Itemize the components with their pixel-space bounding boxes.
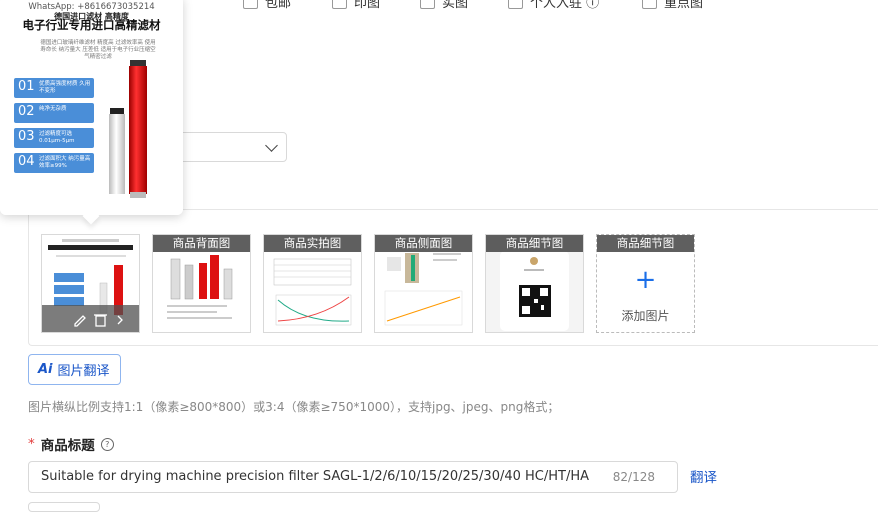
help-icon[interactable]: ? xyxy=(100,437,114,451)
feature-badge: 03 过滤精度可选 0.01μm-5μm xyxy=(14,128,94,148)
product-title-input[interactable]: Suitable for drying machine precision fi… xyxy=(28,461,678,493)
checkbox-label: 重点图 xyxy=(664,0,704,11)
edit-icon xyxy=(74,315,86,327)
image-requirements-hint: 图片横纵比例支持1:1（像素≥800*800）或3:4（像素≥750*1000）… xyxy=(28,400,560,414)
checkbox-item[interactable]: 印图 xyxy=(332,0,380,11)
thumbnail-action-icons xyxy=(74,314,123,327)
checkbox-item[interactable]: 实图 xyxy=(420,0,468,11)
next-field-fragment xyxy=(28,502,100,512)
checkbox[interactable] xyxy=(642,0,657,9)
feature-text: 过滤精度可选 0.01μm-5μm xyxy=(39,131,75,144)
main-image-thumbnail[interactable] xyxy=(41,234,140,333)
thumbnail-label: 商品实拍图 xyxy=(264,235,361,252)
feature-badge: 02 纯净无杂质 xyxy=(14,103,94,123)
checkbox-label: 个人入驻 ⓘ xyxy=(530,0,600,11)
feature-text: 过滤面积大 纳污量高 效率≥99% xyxy=(39,156,91,169)
feature-text: 纯净无杂质 xyxy=(39,106,67,112)
add-image-text: 添加图片 xyxy=(621,309,670,323)
poster-heading: 电子行业专用进口高精滤材 xyxy=(22,18,161,32)
product-title-value: Suitable for drying machine precision fi… xyxy=(41,469,590,484)
image-translate-button[interactable]: Ai 图片翻译 xyxy=(28,354,121,385)
checkbox[interactable] xyxy=(332,0,347,9)
thumbnail-label: 商品细节图 xyxy=(486,235,583,252)
checkbox-item[interactable]: 重点图 xyxy=(642,0,703,11)
image-preview-popover: WhatsApp: +8616673035214 德国进口滤材 高精度 电子行业… xyxy=(0,0,183,225)
add-image-button[interactable]: 商品细节图 + 添加图片 xyxy=(596,234,695,333)
checkbox[interactable] xyxy=(508,0,523,9)
checkbox-label: 印图 xyxy=(354,0,381,11)
ai-icon: Ai xyxy=(38,362,53,377)
thumbnail-label: 商品背面图 xyxy=(153,235,250,252)
thumbnail-label: 商品侧面图 xyxy=(375,235,472,252)
checkbox-label: 包邮 xyxy=(265,0,292,11)
checkbox[interactable] xyxy=(243,0,258,9)
image-thumbnail[interactable]: 商品实拍图 xyxy=(263,234,362,333)
image-thumbnail[interactable]: 商品侧面图 xyxy=(374,234,473,333)
image-translate-label: 图片翻译 xyxy=(57,364,110,379)
thumbnail-label: 商品细节图 xyxy=(597,235,694,252)
feature-badge: 01 优质高强度材质 久用不变形 xyxy=(14,78,94,98)
feature-text: 优质高强度材质 久用不变形 xyxy=(39,81,91,94)
character-count: 82/128 xyxy=(612,470,655,484)
checkbox-label: 实图 xyxy=(442,0,469,11)
category-select[interactable] xyxy=(170,132,287,162)
product-title-label: * 商品标题 ? xyxy=(28,434,114,454)
checkbox[interactable] xyxy=(420,0,435,9)
enlarged-product-poster: WhatsApp: +8616673035214 德国进口滤材 高精度 电子行业… xyxy=(0,0,183,215)
chevron-down-icon xyxy=(265,139,278,152)
poster-small-text: 德国进口玻璃纤维滤材 精度高 过滤效率高 使用寿命长 纳污量大 压差低 适用于电… xyxy=(40,40,156,60)
feature-number: 04 xyxy=(18,154,35,169)
filter-cartridges-graphic xyxy=(109,60,147,198)
image-thumbnail[interactable]: 商品背面图 xyxy=(152,234,251,333)
feature-number: 03 xyxy=(18,129,35,144)
feature-number: 01 xyxy=(18,79,35,94)
thumbnail-actions xyxy=(42,305,139,332)
feature-number: 02 xyxy=(18,104,35,119)
translate-link[interactable]: 翻译 xyxy=(690,466,717,486)
product-title-text: 商品标题 xyxy=(40,438,95,454)
chevron-right-icon xyxy=(117,315,123,325)
required-asterisk: * xyxy=(28,436,35,452)
image-thumbnail[interactable]: 商品细节图 xyxy=(485,234,584,333)
checkbox-item[interactable]: 个人入驻 ⓘ xyxy=(508,0,599,11)
checkbox-item[interactable]: 包邮 xyxy=(243,0,291,11)
delete-icon xyxy=(95,315,106,327)
feature-badge: 04 过滤面积大 纳污量高 效率≥99% xyxy=(14,153,94,173)
plus-icon: + xyxy=(634,265,657,295)
